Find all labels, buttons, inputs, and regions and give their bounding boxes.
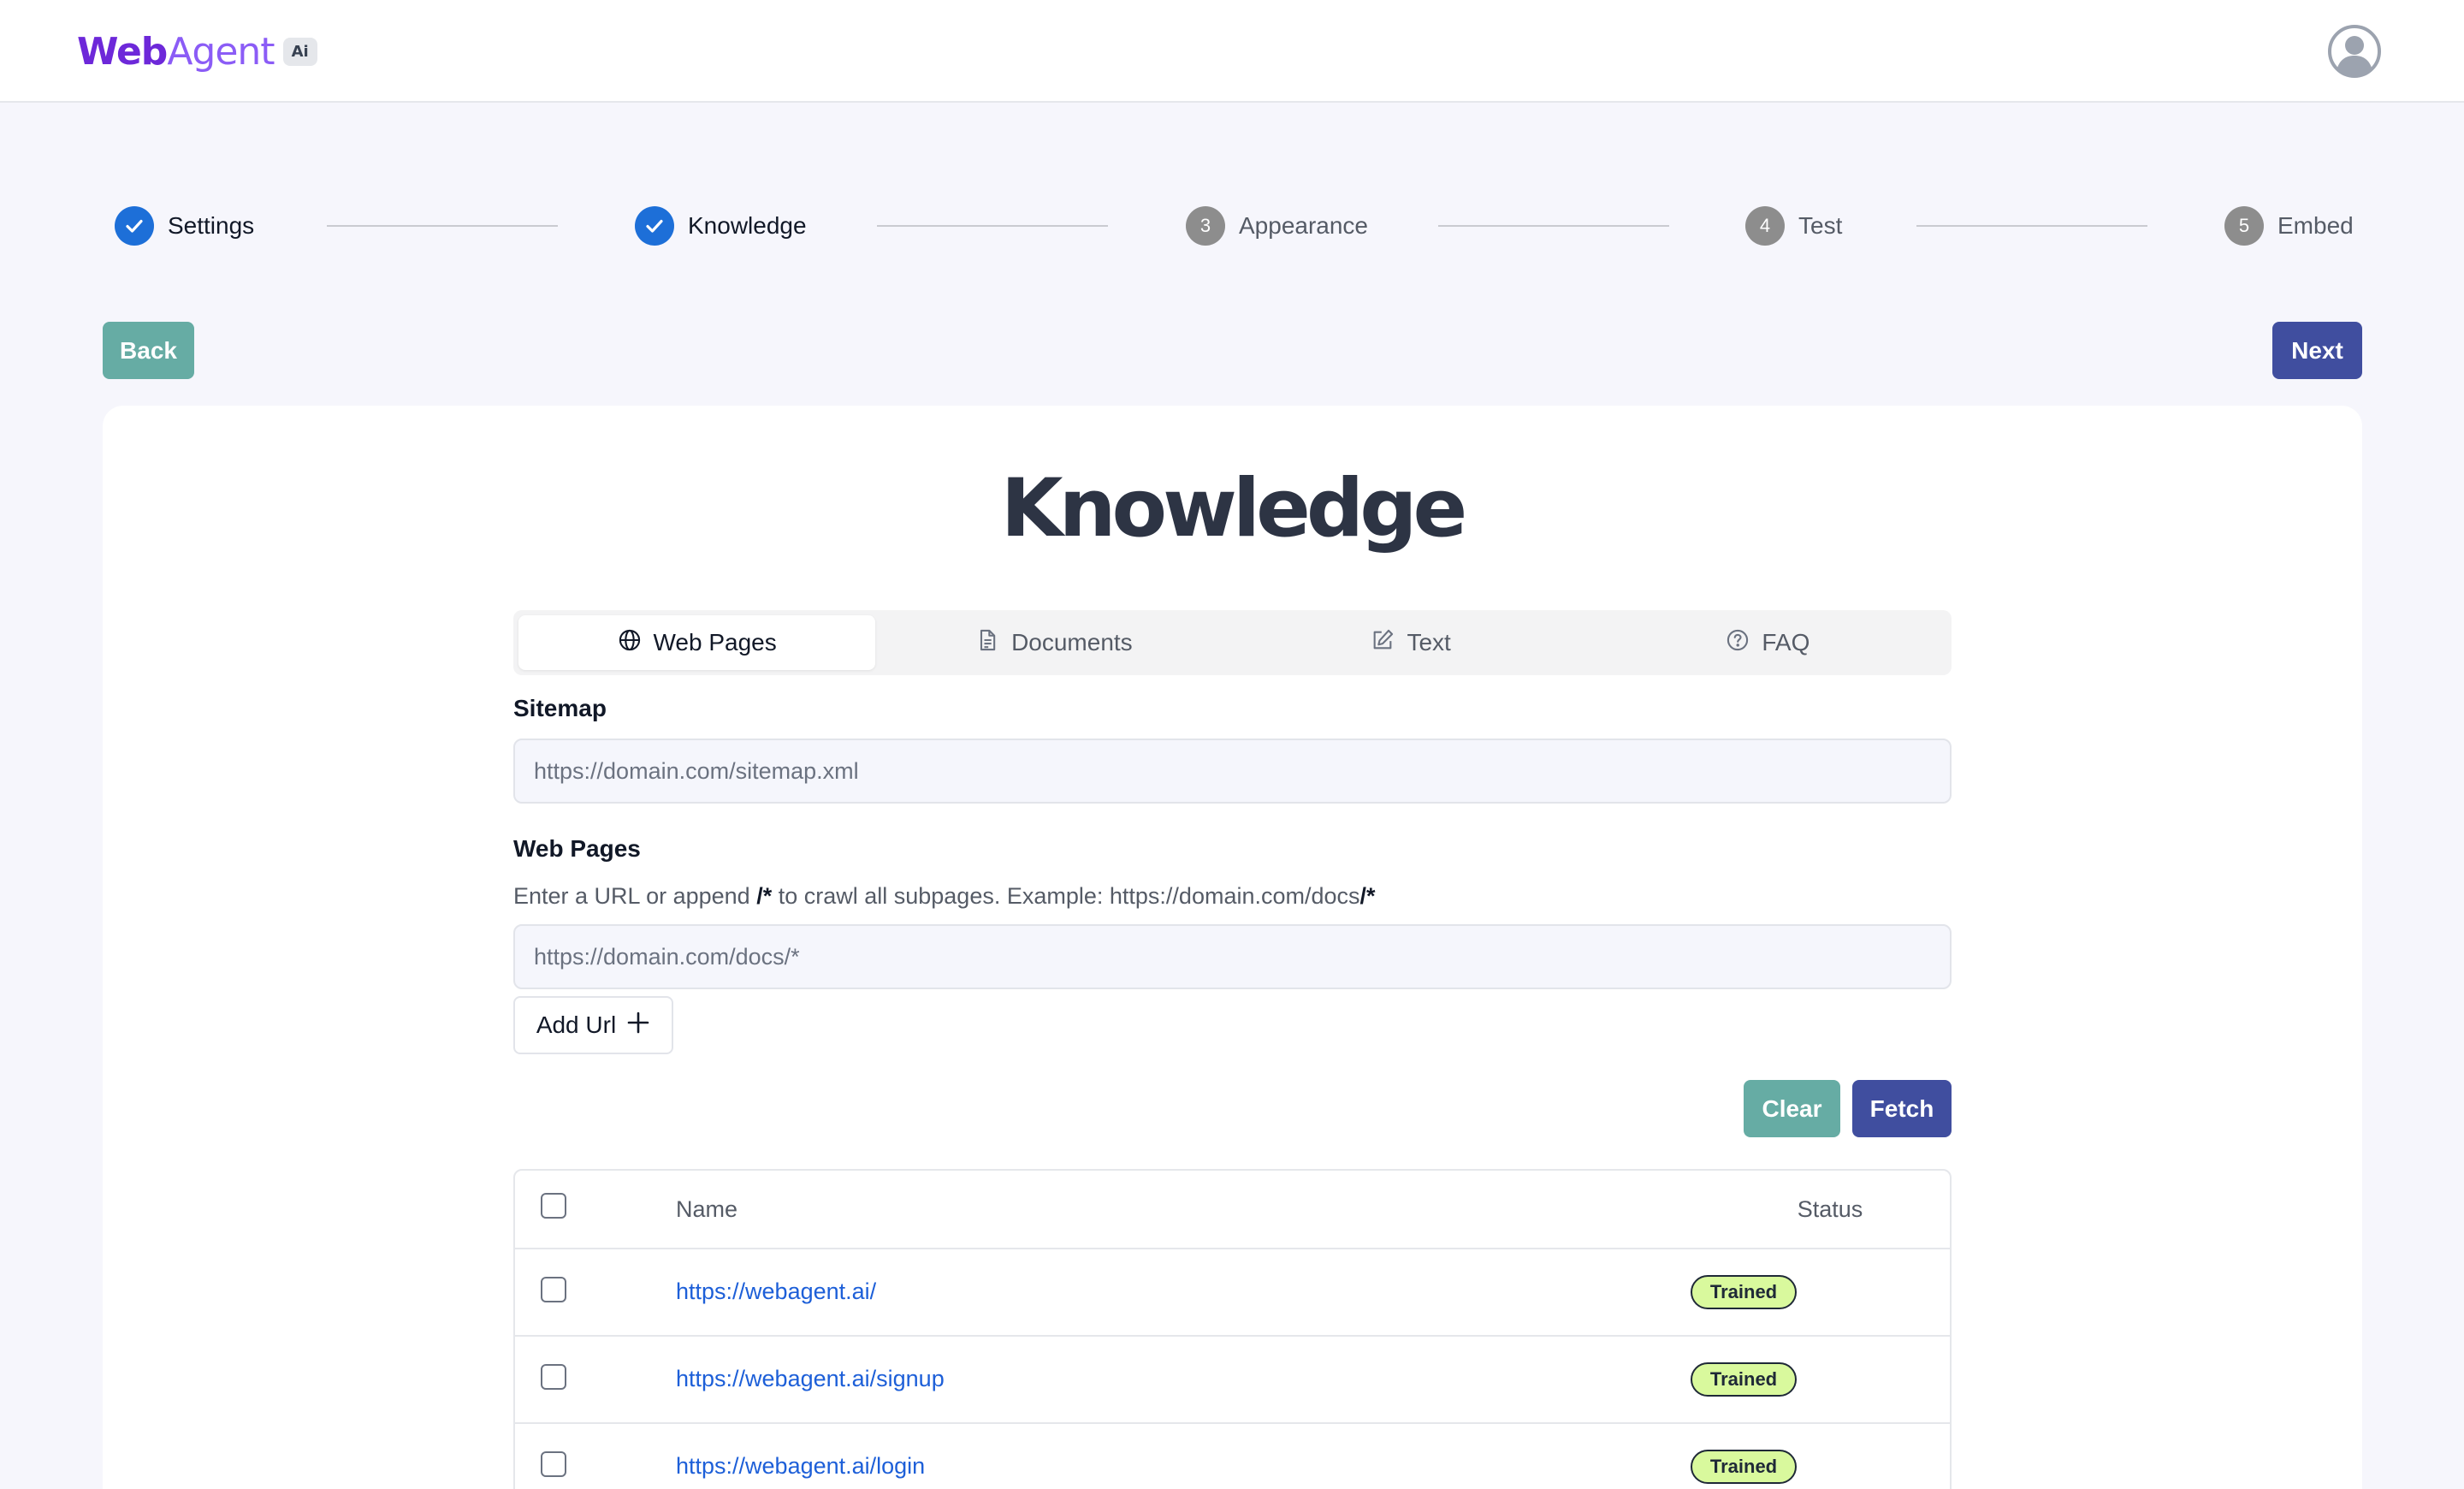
- sitemap-input[interactable]: [513, 739, 1952, 804]
- step-label: Embed: [2277, 212, 2354, 239]
- edit-icon: [1371, 628, 1395, 658]
- table-row: https://webagent.ai/login Trained: [515, 1424, 1950, 1489]
- fetch-button[interactable]: Fetch: [1852, 1080, 1952, 1137]
- step-label: Settings: [168, 212, 255, 239]
- step-label: Appearance: [1239, 212, 1369, 239]
- select-all-checkbox[interactable]: [541, 1193, 566, 1219]
- step-connector: [327, 225, 558, 227]
- check-icon: [635, 206, 674, 246]
- top-bar: Web Agent Ai: [0, 0, 2464, 103]
- web-pages-label: Web Pages: [513, 835, 641, 862]
- table-row: https://webagent.ai/signup Trained: [515, 1337, 1950, 1424]
- globe-icon: [618, 628, 642, 658]
- step-embed[interactable]: 5 Embed: [2224, 205, 2354, 246]
- user-avatar-icon[interactable]: [2327, 24, 2382, 79]
- step-connector: [1916, 225, 2147, 227]
- next-button[interactable]: Next: [2272, 322, 2362, 379]
- check-icon: [115, 206, 154, 246]
- help-wildcard-token: /*: [1359, 883, 1376, 909]
- help-circle-icon: [1726, 628, 1750, 658]
- tab-label: Web Pages: [653, 629, 777, 656]
- help-middle: to crawl all subpages. Example: https://…: [772, 883, 1360, 909]
- step-connector: [877, 225, 1108, 227]
- page-url-link[interactable]: https://webagent.ai/: [676, 1278, 876, 1305]
- row-checkbox[interactable]: [541, 1277, 566, 1302]
- table-header-row: Name Status: [515, 1171, 1950, 1249]
- step-settings[interactable]: Settings: [115, 205, 254, 246]
- page-title: Knowledge: [1000, 462, 1467, 555]
- step-label: Test: [1798, 212, 1843, 239]
- tab-documents[interactable]: Documents: [875, 615, 1232, 670]
- add-url-label: Add Url: [536, 1011, 617, 1038]
- step-test[interactable]: 4 Test: [1745, 205, 1842, 246]
- help-prefix: Enter a URL or append: [513, 883, 757, 909]
- step-number: 3: [1186, 206, 1225, 246]
- document-icon: [975, 628, 999, 658]
- logo-ai-badge: Ai: [282, 37, 317, 66]
- row-checkbox[interactable]: [541, 1451, 566, 1477]
- step-knowledge[interactable]: Knowledge: [635, 205, 807, 246]
- page-url-link[interactable]: https://webagent.ai/signup: [676, 1366, 945, 1392]
- plus-icon: [626, 1011, 650, 1041]
- step-number: 4: [1745, 206, 1785, 246]
- name-column-header: Name: [676, 1196, 738, 1222]
- tab-label: FAQ: [1762, 629, 1810, 656]
- web-pages-table: Name Status https://webagent.ai/ Trained…: [513, 1169, 1952, 1489]
- step-number: 5: [2224, 206, 2264, 246]
- tab-label: Text: [1407, 629, 1451, 656]
- logo-agent-text: Agent: [167, 29, 275, 74]
- step-appearance[interactable]: 3 Appearance: [1186, 205, 1368, 246]
- logo-web-text: Web: [77, 29, 168, 74]
- status-badge: Trained: [1691, 1362, 1797, 1397]
- knowledge-tabs: Web Pages Documents Text FAQ: [513, 610, 1952, 675]
- back-button[interactable]: Back: [103, 322, 194, 379]
- status-badge: Trained: [1691, 1450, 1797, 1484]
- help-wildcard-token: /*: [756, 883, 773, 909]
- tab-text[interactable]: Text: [1233, 615, 1590, 670]
- table-row: https://webagent.ai/ Trained: [515, 1249, 1950, 1337]
- add-url-button[interactable]: Add Url: [513, 996, 673, 1054]
- clear-button[interactable]: Clear: [1744, 1080, 1840, 1137]
- step-label: Knowledge: [688, 212, 807, 239]
- sitemap-label: Sitemap: [513, 695, 607, 721]
- status-column-header: Status: [1797, 1196, 1863, 1222]
- page-url-link[interactable]: https://webagent.ai/login: [676, 1453, 925, 1480]
- row-checkbox[interactable]: [541, 1364, 566, 1390]
- tab-web-pages[interactable]: Web Pages: [518, 615, 876, 670]
- status-badge: Trained: [1691, 1275, 1797, 1309]
- logo[interactable]: Web Agent Ai: [77, 29, 317, 74]
- tab-label: Documents: [1011, 629, 1133, 656]
- url-input[interactable]: [513, 924, 1952, 989]
- web-pages-help-text: Enter a URL or append /* to crawl all su…: [513, 883, 1376, 910]
- tab-faq[interactable]: FAQ: [1590, 615, 1946, 670]
- step-connector: [1438, 225, 1669, 227]
